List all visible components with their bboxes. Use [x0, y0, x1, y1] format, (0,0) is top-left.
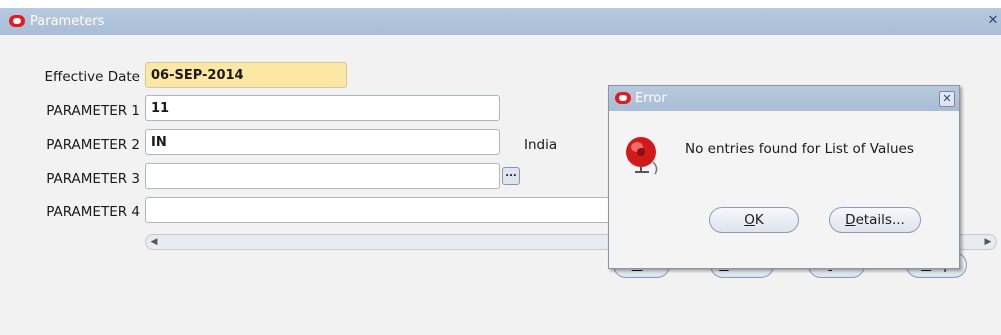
parameters-titlebar: Parameters ✕ [0, 8, 1001, 35]
oracle-icon [615, 92, 631, 104]
scroll-left-icon[interactable]: ◀ [147, 235, 161, 249]
parameter-1-label: PARAMETER 1 [46, 103, 140, 119]
scroll-right-icon[interactable]: ▶ [981, 235, 995, 249]
parameter-2-field[interactable]: IN [145, 129, 500, 155]
parameter-2-label: PARAMETER 2 [46, 137, 140, 153]
effective-date-label: Effective Date [44, 69, 140, 85]
oracle-icon [9, 15, 25, 27]
parameter-3-label: PARAMETER 3 [46, 171, 140, 187]
effective-date-field[interactable]: 06-SEP-2014 [145, 62, 347, 88]
error-titlebar: Error ✕ [609, 86, 959, 111]
close-icon[interactable]: ✕ [986, 14, 1000, 28]
error-details-button[interactable]: Details... [829, 207, 921, 233]
parameter-2-description: India [524, 137, 558, 153]
parameter-4-label: PARAMETER 4 [46, 204, 140, 220]
error-ok-button[interactable]: OK [709, 207, 799, 233]
list-of-values-button[interactable]: ... [502, 167, 520, 185]
error-close-icon[interactable]: ✕ [939, 91, 955, 107]
error-title: Error [635, 91, 667, 106]
parameter-4-field[interactable] [145, 197, 615, 223]
top-strip [0, 0, 1001, 8]
alarm-bell-icon [626, 137, 658, 175]
parameter-1-field[interactable]: 11 [145, 95, 500, 121]
error-dialog: Error ✕ No entries found for List of Val… [608, 85, 960, 269]
window-title: Parameters [30, 14, 105, 29]
parameter-3-field[interactable] [145, 163, 500, 189]
error-message: No entries found for List of Values [685, 141, 914, 157]
